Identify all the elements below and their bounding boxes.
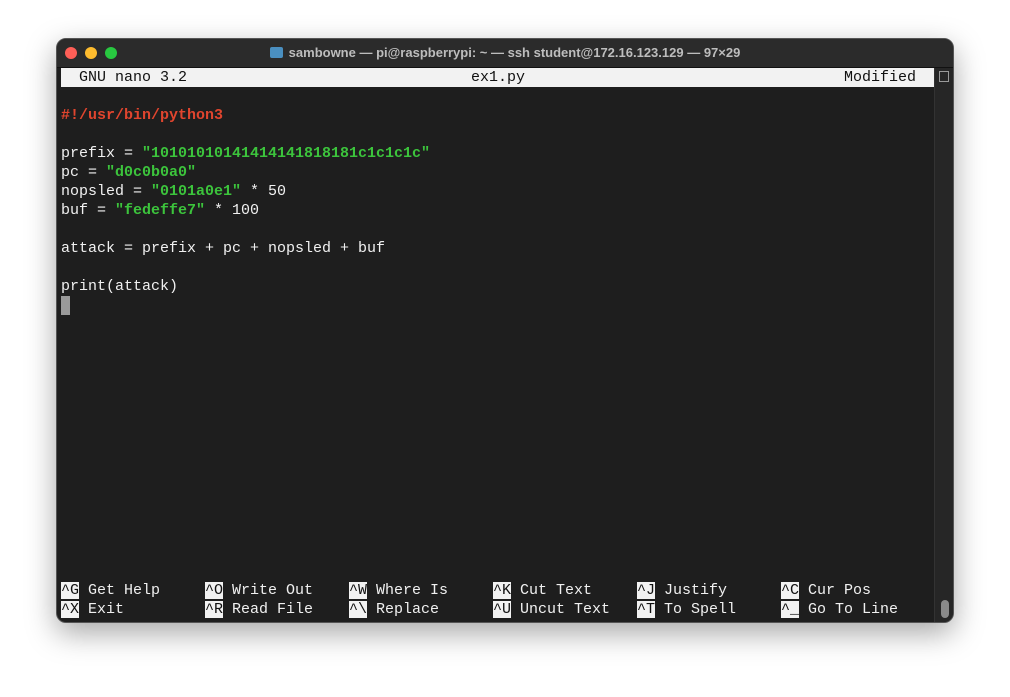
shortcut-key: ^O	[205, 582, 224, 599]
shortcut-label: Exit	[88, 601, 125, 618]
shortcut-uncut-text[interactable]: ^U Uncut Text	[493, 600, 610, 619]
shortcut-key: ^_	[781, 601, 800, 618]
scrollbar[interactable]	[934, 68, 953, 622]
shortcut-key: ^K	[493, 582, 512, 599]
window-title: sambowne — pi@raspberrypi: ~ — ssh stude…	[57, 45, 953, 60]
shortcut-key: ^\	[349, 601, 368, 618]
title-bar: sambowne — pi@raspberrypi: ~ — ssh stude…	[57, 39, 953, 68]
file-name: ex1.py	[471, 69, 526, 86]
shortcut-get-help[interactable]: ^G Get Help	[61, 581, 160, 600]
shortcut-label: Get Help	[88, 582, 161, 599]
terminal-window: sambowne — pi@raspberrypi: ~ — ssh stude…	[56, 38, 954, 623]
shortcut-key: ^C	[781, 582, 800, 599]
shortcut-key: ^G	[61, 582, 80, 599]
shortcut-to-spell[interactable]: ^T To Spell	[637, 600, 736, 619]
nano-header: GNU nano 3.2 ex1.py Modified	[61, 68, 935, 87]
shortcut-write-out[interactable]: ^O Write Out	[205, 581, 313, 600]
scroll-indicator-icon	[939, 71, 949, 82]
shortcut-bar: ^G Get Help ^O Write Out ^W Where Is ^K Cut Tex…	[61, 581, 935, 619]
modified-status: Modified	[844, 69, 917, 86]
nano-version: GNU nano 3.2	[79, 69, 188, 86]
code-line: prefix = "10101010141414141818181c1c1c1c…	[61, 145, 431, 162]
shortcut-label: Write Out	[232, 582, 314, 599]
shortcut-label: Go To Line	[808, 601, 899, 618]
shortcut-cur-pos[interactable]: ^C Cur Pos	[781, 581, 871, 600]
nano-editor[interactable]: GNU nano 3.2 ex1.py Modified #!/usr/bin/…	[61, 68, 935, 315]
shortcut-label: Uncut Text	[520, 601, 611, 618]
shortcut-go-to-line[interactable]: ^_ Go To Line	[781, 600, 898, 619]
shortcut-key: ^U	[493, 601, 512, 618]
shortcut-cut-text[interactable]: ^K Cut Text	[493, 581, 592, 600]
shortcut-exit[interactable]: ^X Exit	[61, 600, 124, 619]
shortcut-label: Read File	[232, 601, 314, 618]
text-cursor	[61, 296, 70, 315]
code-line: #!/usr/bin/python3	[61, 107, 224, 124]
folder-icon	[269, 47, 283, 58]
code-line: attack = prefix + pc + nopsled + buf	[61, 240, 386, 257]
shortcut-label: Where Is	[376, 582, 449, 599]
code-line: print(attack)	[61, 278, 179, 295]
shortcut-replace[interactable]: ^\ Replace	[349, 600, 439, 619]
shortcut-key: ^X	[61, 601, 80, 618]
shortcut-label: To Spell	[664, 601, 737, 618]
shortcut-key: ^T	[637, 601, 656, 618]
shortcut-label: Justify	[664, 582, 728, 599]
code-line: pc = "d0c0b0a0"	[61, 164, 197, 181]
code-line: buf = "fedeffe7" * 100	[61, 202, 260, 219]
shortcut-where-is[interactable]: ^W Where Is	[349, 581, 448, 600]
scrollbar-thumb[interactable]	[941, 600, 949, 618]
shortcut-read-file[interactable]: ^R Read File	[205, 600, 313, 619]
code-line: nopsled = "0101a0e1" * 50	[61, 183, 287, 200]
shortcut-label: Cut Text	[520, 582, 593, 599]
shortcut-label: Replace	[376, 601, 440, 618]
shortcut-key: ^J	[637, 582, 656, 599]
shortcut-justify[interactable]: ^J Justify	[637, 581, 727, 600]
shortcut-key: ^R	[205, 601, 224, 618]
shortcut-label: Cur Pos	[808, 582, 872, 599]
shortcut-key: ^W	[349, 582, 368, 599]
